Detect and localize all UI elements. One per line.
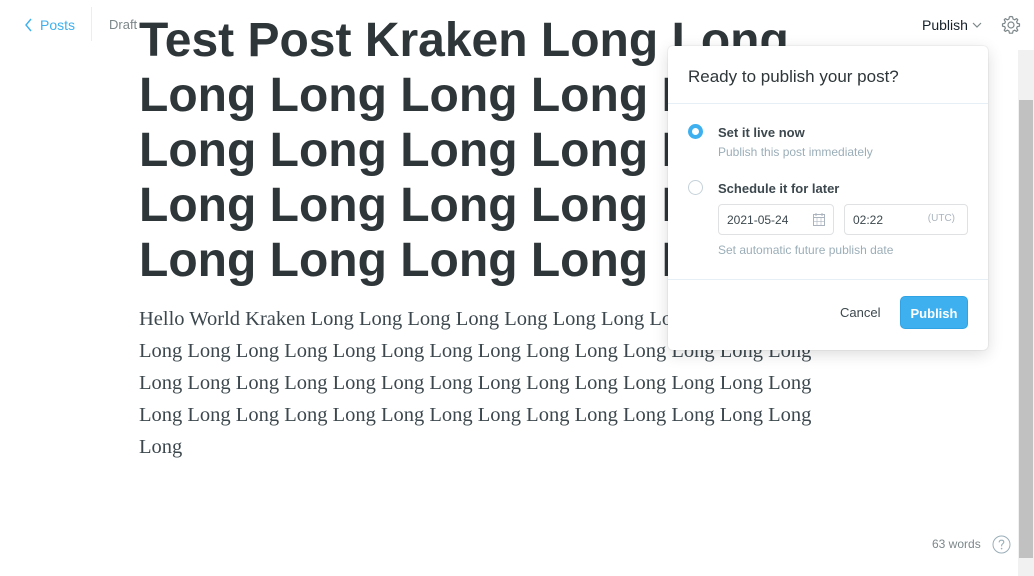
editor-header: Posts Draft Publish: [0, 0, 1034, 50]
popover-divider-bottom: [668, 279, 988, 280]
option-label-schedule: Schedule it for later: [718, 181, 840, 196]
gear-icon[interactable]: [1001, 15, 1021, 35]
option-set-live-now[interactable]: Set it live now Publish this post immedi…: [688, 124, 968, 160]
back-to-posts-link[interactable]: Posts: [24, 15, 75, 35]
publish-button[interactable]: Publish: [900, 296, 968, 329]
chevron-left-icon: [25, 18, 32, 32]
schedule-hint: Set automatic future publish date: [718, 243, 894, 257]
option-desc-live-now: Publish this post immediately: [718, 145, 873, 159]
post-status: Draft: [109, 17, 138, 32]
publish-menu-label: Publish: [922, 17, 968, 33]
cancel-button[interactable]: Cancel: [840, 305, 880, 320]
schedule-date-value: 2021-05-24: [727, 213, 789, 227]
schedule-time-input[interactable]: 02:22 (UTC): [844, 204, 968, 235]
header-divider: [91, 7, 92, 41]
radio-schedule-later[interactable]: [688, 180, 703, 195]
calendar-icon: [813, 213, 825, 226]
word-count: 63 words: [932, 537, 981, 551]
publish-popover: Ready to publish your post? Set it live …: [668, 46, 988, 350]
scrollbar-thumb[interactable]: [1019, 100, 1033, 558]
schedule-date-input[interactable]: 2021-05-24: [718, 204, 834, 235]
publish-menu-trigger[interactable]: Publish: [922, 16, 982, 34]
schedule-time-value: 02:22: [853, 213, 884, 227]
chevron-down-icon: [972, 22, 982, 28]
back-link-label: Posts: [40, 17, 76, 33]
radio-set-live-now[interactable]: [688, 124, 703, 139]
timezone-label: (UTC): [927, 213, 955, 224]
option-label-live-now: Set it live now: [718, 125, 805, 140]
option-schedule-later[interactable]: Schedule it for later: [688, 180, 968, 200]
help-icon[interactable]: [992, 535, 1011, 554]
popover-title: Ready to publish your post?: [688, 67, 899, 86]
popover-divider-top: [668, 103, 988, 104]
